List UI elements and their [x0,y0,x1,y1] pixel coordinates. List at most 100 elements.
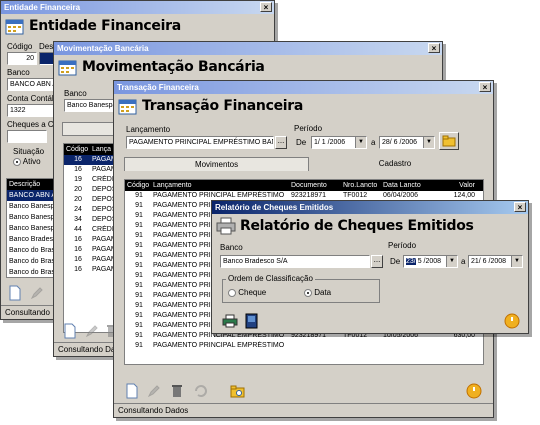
banco-field[interactable]: Banco Bradesco S/A [220,255,370,268]
list-item[interactable]: Banco Banesp [7,223,55,234]
table-row[interactable]: 16 PAGAM [64,155,120,165]
col-documento: Documento [291,182,327,189]
new-document-icon[interactable] [62,323,78,339]
radio-icon [228,288,236,297]
table-cell: 34 [74,216,82,223]
edit-icon[interactable] [146,383,162,399]
search-button[interactable] [439,132,459,150]
table-cell: 91 [135,312,143,319]
undo-icon[interactable] [192,383,208,399]
exit-icon[interactable] [504,313,520,329]
date-from-value: 1/ 1 /2006 [314,139,346,146]
movimentacao-header: Movimentação Bancária [58,56,265,78]
list-item[interactable]: Banco Banesp [7,212,55,223]
date-from-field[interactable]: 23/ 5 /2008 ▼ [403,255,458,268]
list-item[interactable]: Banco do Bras [7,267,55,277]
ativo-label: Ativo [22,157,41,166]
movimentacao-header-title: Movimentação Bancária [82,59,265,75]
trash-icon[interactable] [169,383,185,399]
new-document-icon[interactable] [7,285,23,301]
lancamento-lookup-button[interactable]: ... [275,136,287,149]
cheques-field[interactable] [7,130,47,143]
table-row[interactable]: 16 PAGAM [64,265,120,275]
preview-icon[interactable] [244,313,260,329]
folder-search-icon[interactable] [230,383,246,399]
table-row[interactable]: 19 CRÉDIT [64,175,120,185]
relatorio-header-title: Relatório de Cheques Emitidos [240,218,474,234]
table-cell: 16 [74,246,82,253]
cheque-radio[interactable]: Cheque [228,288,266,297]
calendar-icon [5,17,25,35]
transacao-window-title: Transação Financeira [117,83,199,92]
new-document-icon[interactable] [124,383,140,399]
entidade-list-rows: BANCO ABN A Banco Banesp Banco Banesp Banco… [7,190,55,277]
list-item[interactable]: Banco Brades [7,234,55,245]
chevron-down-icon[interactable]: ▼ [511,256,522,267]
table-cell [341,341,381,351]
movimentacao-window-title: Movimentação Bancária [57,44,149,53]
banco-field[interactable]: Banco Banespa [64,99,119,112]
table-cell: 20 [74,196,82,203]
tab-strip[interactable] [62,122,120,136]
table-cell [431,341,479,351]
banco-field[interactable]: BANCO ABN A [7,78,57,91]
table-cell: 44 [74,226,82,233]
col-valor: Valor [459,182,475,189]
edit-icon[interactable] [84,323,100,339]
banco-label: Banco [64,89,87,98]
date-from-field[interactable]: 1/ 1 /2006 ▼ [311,136,367,149]
table-cell: 91 [135,222,143,229]
exit-icon[interactable] [466,383,482,399]
ativo-radio[interactable]: Ativo [13,157,41,166]
lancamento-field[interactable]: PAGAMENTO PRINCIPAL EMPRÉSTIMO BANCÁ [126,136,274,149]
list-item[interactable]: Banco do Bras [7,256,55,267]
list-item[interactable]: Banco Banesp [7,201,55,212]
movimentacao-title-bar[interactable]: Movimentação Bancária × [54,42,442,55]
table-row[interactable]: 44 CRÉDIT [64,225,120,235]
transacao-title-bar[interactable]: Transação Financeira × [114,81,493,94]
table-cell: 91 [135,302,143,309]
list-item[interactable]: BANCO ABN A [7,190,55,201]
relatorio-title-bar[interactable]: Relatório de Cheques Emitidos × [212,201,528,214]
entidade-title-bar[interactable]: Entidade Financeira × [1,1,274,14]
entidade-list[interactable]: Descrição BANCO ABN A Banco Banesp Banco B… [6,178,56,278]
chevron-down-icon[interactable]: ▼ [355,137,366,148]
transacao-header: Transação Financeira [118,95,303,117]
chevron-down-icon[interactable]: ▼ [423,137,434,148]
situacao-label: Situação [13,147,45,156]
close-button[interactable]: × [479,82,491,92]
close-button[interactable]: × [260,2,272,12]
table-row[interactable]: 20 DEPÓS [64,185,120,195]
radio-icon [13,157,21,166]
table-row[interactable]: 20 DEPÓS [64,195,120,205]
chevron-down-icon[interactable]: ▼ [446,256,457,267]
periodo-label: Período [294,124,323,133]
tab-movimentos[interactable]: Movimentos [124,157,309,171]
date-to-field[interactable]: 21/ 6 /2008 ▼ [468,255,523,268]
codigo-field[interactable]: 20 [7,52,37,65]
conta-contabil-field[interactable]: 1322 [7,104,57,117]
banco-lookup-button[interactable]: ... [371,255,383,268]
calendar-icon [118,97,138,115]
tab-cadastro[interactable]: Cadastro [309,157,481,171]
table-row[interactable]: 24 DEPÓS [64,205,120,215]
data-radio[interactable]: Data [304,288,331,297]
close-button[interactable]: × [428,43,440,53]
table-row[interactable]: 16 PAGAM [64,235,120,245]
table-cell: 91 [135,292,143,299]
table-cell: 24 [74,206,82,213]
table-cell: 16 [74,256,82,263]
calendar-icon [58,58,78,76]
close-button[interactable]: × [514,202,526,212]
printer-icon[interactable] [222,313,238,329]
table-row[interactable]: 34 DEPÓS [64,215,120,225]
table-row[interactable]: 16 PAGAM [64,165,120,175]
date-to-field[interactable]: 28/ 6 /2006 ▼ [379,136,435,149]
table-cell: 91 [135,202,143,209]
table-row[interactable]: 16 PAGAM [64,255,120,265]
periodo-label: Período [388,241,417,250]
list-item[interactable]: Banco do Bras [7,245,55,256]
edit-icon[interactable] [29,285,45,301]
table-row[interactable]: 91 PAGAMENTO PRINCIPAL EMPRÉSTIMO [125,341,483,351]
table-row[interactable]: 16 PAGAM [64,245,120,255]
